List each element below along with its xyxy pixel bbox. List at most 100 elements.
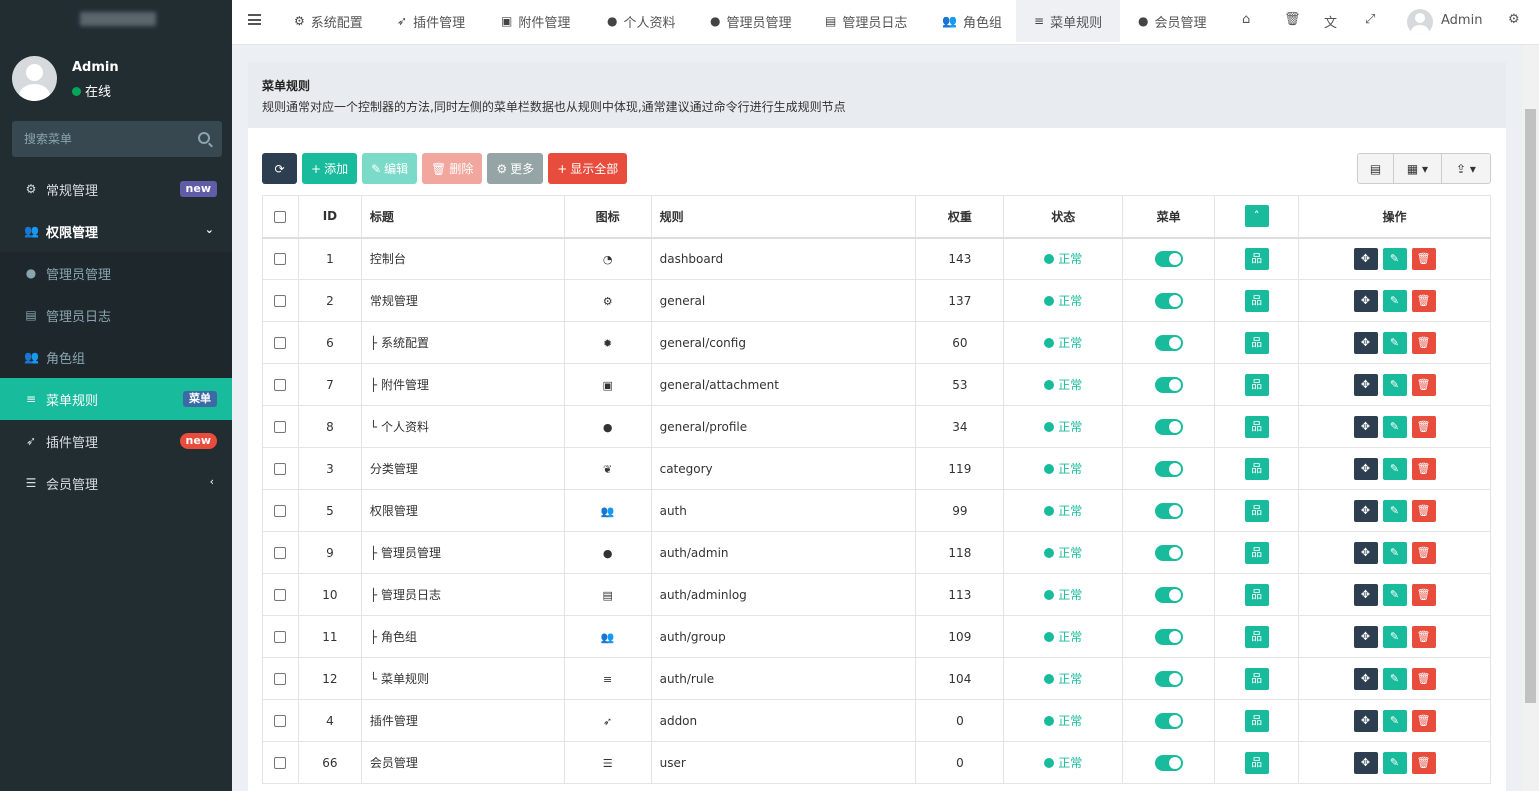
row-checkbox[interactable] — [274, 589, 287, 601]
table-row[interactable]: 3 分类管理 ❦ category 119 正常 品 ✥ ✎ 🗑 — [262, 447, 1491, 490]
scrollbar[interactable] — [1522, 45, 1539, 791]
row-checkbox[interactable] — [274, 421, 287, 433]
drag-button[interactable]: ✥ — [1353, 289, 1378, 312]
add-button[interactable]: + 添加 — [302, 153, 358, 184]
collapse-all-button[interactable]: ˄ — [1244, 205, 1269, 228]
drag-button[interactable]: ✥ — [1353, 625, 1378, 648]
menu-toggle[interactable] — [1154, 376, 1183, 393]
table-row[interactable]: 8 └ 个人资料 ● general/profile 34 正常 品 ✥ ✎ 🗑 — [262, 405, 1491, 448]
sitemap-button[interactable]: 品 — [1244, 667, 1269, 690]
sidebar-item-general[interactable]: ⚙ 常规管理 new — [0, 168, 232, 210]
menu-toggle[interactable] — [1154, 292, 1183, 309]
col-id[interactable]: ID — [297, 195, 362, 239]
sidebar-item-admin[interactable]: ● 管理员管理 — [0, 252, 232, 294]
tab-config[interactable]: ⚙ 系统配置 — [294, 0, 363, 42]
edit-row-button[interactable]: ✎ — [1382, 751, 1407, 774]
row-checkbox[interactable] — [274, 463, 287, 475]
col-icon[interactable]: 图标 — [563, 195, 652, 239]
sitemap-button[interactable]: 品 — [1244, 499, 1269, 522]
sitemap-button[interactable]: 品 — [1244, 751, 1269, 774]
fullscreen-icon[interactable]: ⤢ — [1365, 12, 1375, 27]
table-row[interactable]: 1 控制台 ◔ dashboard 143 正常 品 ✥ ✎ 🗑 — [262, 237, 1491, 280]
edit-row-button[interactable]: ✎ — [1382, 457, 1407, 480]
delete-row-button[interactable]: 🗑 — [1411, 247, 1436, 270]
col-status[interactable]: 状态 — [1003, 195, 1124, 239]
sitemap-button[interactable]: 品 — [1244, 247, 1269, 270]
edit-row-button[interactable]: ✎ — [1382, 583, 1407, 606]
card-view-button[interactable]: ▤ — [1357, 153, 1394, 184]
tab-user[interactable]: ● 会员管理 — [1138, 0, 1207, 42]
row-checkbox[interactable] — [274, 337, 287, 349]
sidebar-item-user[interactable]: ☰ 会员管理 ‹ — [0, 462, 232, 504]
translate-icon[interactable]: 文 — [1324, 12, 1337, 31]
edit-row-button[interactable]: ✎ — [1382, 331, 1407, 354]
columns-button[interactable]: ▦ ▾ — [1394, 153, 1442, 184]
delete-row-button[interactable]: 🗑 — [1411, 457, 1436, 480]
edit-button[interactable]: ✎ 编辑 — [362, 153, 418, 184]
table-row[interactable]: 5 权限管理 👥 auth 99 正常 品 ✥ ✎ 🗑 — [262, 489, 1491, 532]
menu-toggle[interactable] — [1154, 754, 1183, 771]
edit-row-button[interactable]: ✎ — [1382, 415, 1407, 438]
edit-row-button[interactable]: ✎ — [1382, 373, 1407, 396]
edit-row-button[interactable]: ✎ — [1382, 625, 1407, 648]
table-row[interactable]: 9 ├ 管理员管理 ● auth/admin 118 正常 品 ✥ ✎ 🗑 — [262, 531, 1491, 574]
menu-toggle[interactable] — [1154, 670, 1183, 687]
delete-row-button[interactable]: 🗑 — [1411, 331, 1436, 354]
sitemap-button[interactable]: 品 — [1244, 373, 1269, 396]
delete-row-button[interactable]: 🗑 — [1411, 541, 1436, 564]
sidebar-item-group[interactable]: 👥 角色组 — [0, 336, 232, 378]
table-row[interactable]: 12 └ 菜单规则 ≡ auth/rule 104 正常 品 ✥ ✎ 🗑 — [262, 657, 1491, 700]
home-icon[interactable]: ⌂ — [1242, 12, 1250, 27]
trash-icon[interactable]: 🗑 — [1284, 12, 1301, 27]
drag-button[interactable]: ✥ — [1353, 541, 1378, 564]
select-all-checkbox[interactable] — [274, 210, 287, 223]
delete-row-button[interactable]: 🗑 — [1411, 751, 1436, 774]
edit-row-button[interactable]: ✎ — [1382, 247, 1407, 270]
col-weight[interactable]: 权重 — [915, 195, 1005, 239]
table-row[interactable]: 11 ├ 角色组 👥 auth/group 109 正常 品 ✥ ✎ 🗑 — [262, 615, 1491, 658]
settings-icon[interactable]: ⚙ — [1508, 12, 1520, 27]
menu-toggle[interactable] — [1154, 460, 1183, 477]
menu-toggle[interactable] — [1154, 628, 1183, 645]
tab-rule[interactable]: ≡ 菜单规则 — [1016, 0, 1121, 42]
sitemap-button[interactable]: 品 — [1244, 415, 1269, 438]
tab-attachment[interactable]: ▣ 附件管理 — [501, 0, 570, 42]
search-input[interactable] — [12, 121, 187, 157]
table-row[interactable]: 10 ├ 管理员日志 ▤ auth/adminlog 113 正常 品 ✥ ✎ 🗑 — [262, 573, 1491, 616]
table-row[interactable]: 6 ├ 系统配置 ✹ general/config 60 正常 品 ✥ ✎ 🗑 — [262, 321, 1491, 364]
tab-adminlog[interactable]: ▤ 管理员日志 — [825, 0, 907, 42]
menu-toggle[interactable] — [1154, 418, 1183, 435]
delete-row-button[interactable]: 🗑 — [1411, 373, 1436, 396]
drag-button[interactable]: ✥ — [1353, 709, 1378, 732]
sidebar-item-auth[interactable]: 👥 权限管理 ⌄ — [0, 210, 232, 252]
sitemap-button[interactable]: 品 — [1244, 457, 1269, 480]
menu-toggle[interactable] — [1154, 334, 1183, 351]
admin-avatar[interactable] — [1407, 9, 1433, 35]
drag-button[interactable]: ✥ — [1353, 751, 1378, 774]
edit-row-button[interactable]: ✎ — [1382, 499, 1407, 522]
drag-button[interactable]: ✥ — [1353, 667, 1378, 690]
drag-button[interactable]: ✥ — [1353, 331, 1378, 354]
table-row[interactable]: 4 插件管理 ➶ addon 0 正常 品 ✥ ✎ 🗑 — [262, 699, 1491, 742]
delete-button[interactable]: 🗑 删除 — [422, 153, 483, 184]
sitemap-button[interactable]: 品 — [1244, 583, 1269, 606]
delete-row-button[interactable]: 🗑 — [1411, 667, 1436, 690]
refresh-button[interactable]: ⟳ — [262, 153, 297, 184]
table-row[interactable]: 66 会员管理 ☰ user 0 正常 品 ✥ ✎ 🗑 — [262, 741, 1491, 784]
tab-addon[interactable]: ➶ 插件管理 — [397, 0, 465, 42]
admin-name[interactable]: Admin — [1441, 13, 1482, 28]
delete-row-button[interactable]: 🗑 — [1411, 289, 1436, 312]
drag-button[interactable]: ✥ — [1353, 499, 1378, 522]
show-all-button[interactable]: + 显示全部 — [548, 153, 628, 184]
sitemap-button[interactable]: 品 — [1244, 541, 1269, 564]
edit-row-button[interactable]: ✎ — [1382, 667, 1407, 690]
sitemap-button[interactable]: 品 — [1244, 625, 1269, 648]
tab-admin[interactable]: ● 管理员管理 — [710, 0, 792, 42]
sidebar-item-adminlog[interactable]: ▤ 管理员日志 — [0, 294, 232, 336]
menu-toggle[interactable] — [1154, 544, 1183, 561]
row-checkbox[interactable] — [274, 379, 287, 391]
row-checkbox[interactable] — [274, 715, 287, 727]
menu-toggle[interactable] — [1154, 712, 1183, 729]
col-title[interactable]: 标题 — [360, 195, 565, 239]
drag-button[interactable]: ✥ — [1353, 373, 1378, 396]
